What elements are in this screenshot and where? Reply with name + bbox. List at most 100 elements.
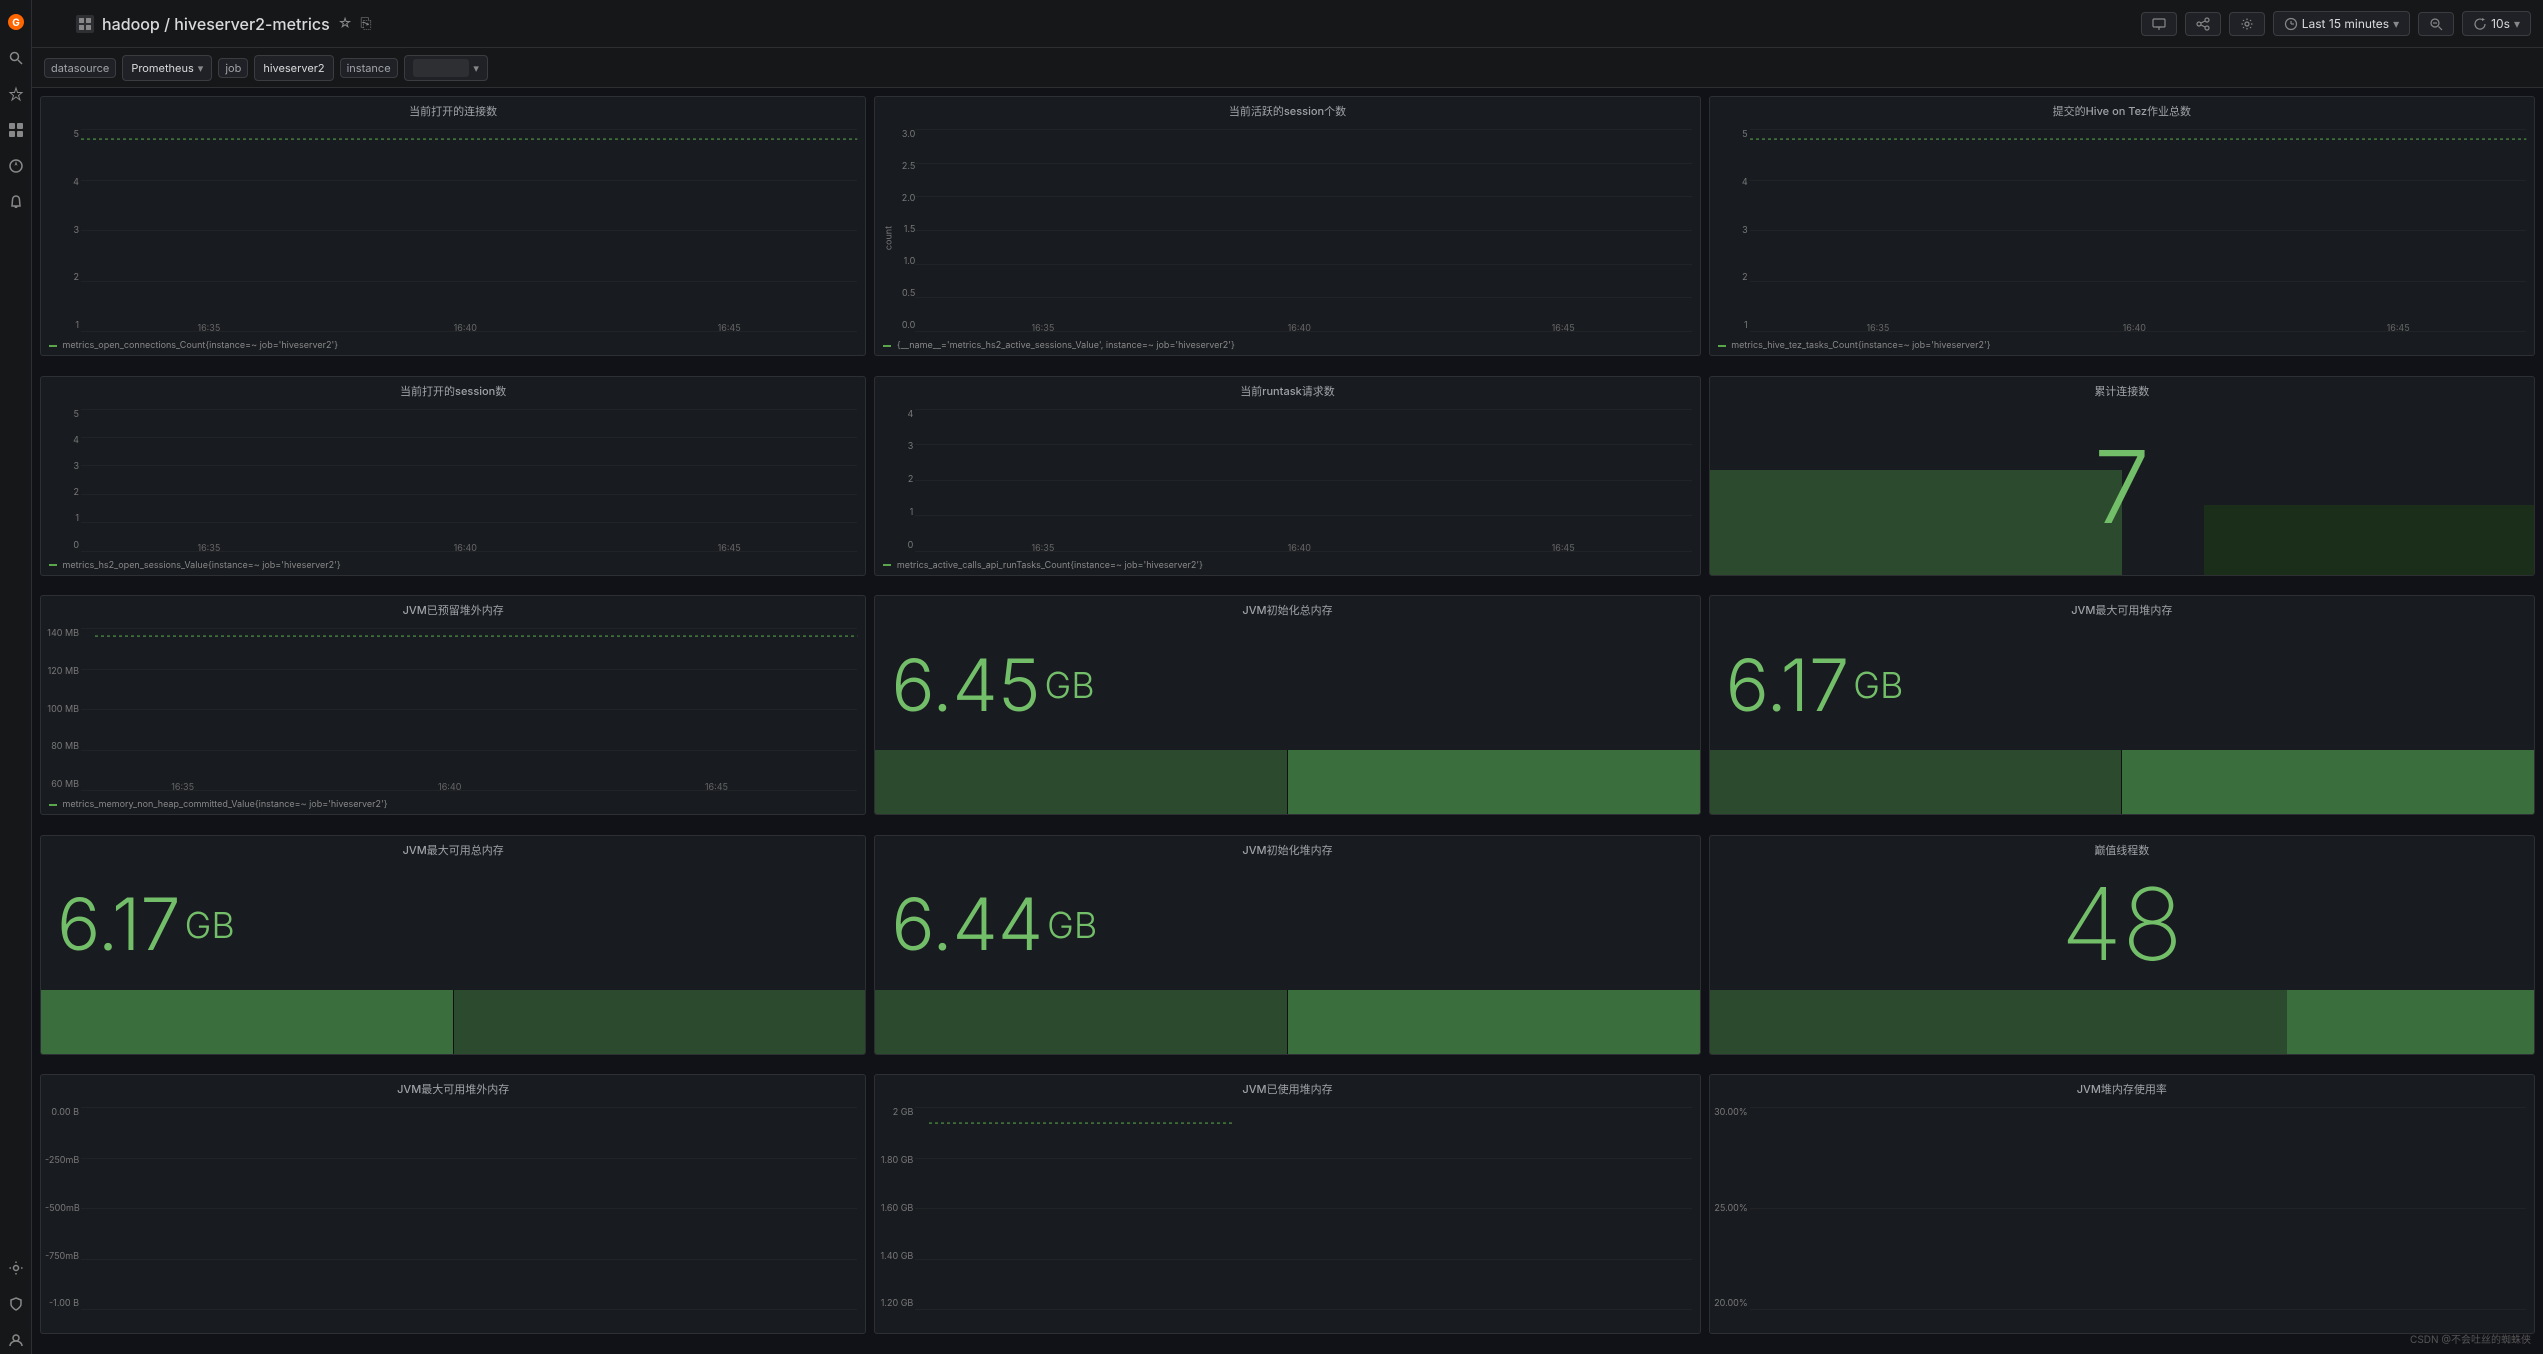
jvm-init-heap-bar (875, 990, 1699, 1054)
y-axis-heap-rate: 30.00%25.00%20.00% (1714, 1107, 1748, 1309)
peak-threads-bar (1710, 990, 2534, 1054)
jvm-max-total-unit: GB (185, 903, 235, 947)
panel-content-open-sessions: 543210 16:35 16:40 16:45 metrics_hs2_ope… (41, 401, 865, 575)
tv-mode-button[interactable] (2141, 12, 2177, 36)
jvm-max-heap-bar (1710, 750, 2534, 814)
chart-non-heap: 16:35 16:40 16:45 (95, 628, 857, 790)
panel-open-sessions: 当前打开的session数 543210 16:35 16:40 16:45 (40, 376, 866, 576)
panel-title-jvm-init-total: JVM初始化总内存 (875, 596, 1699, 620)
instance-label: instance (340, 58, 398, 78)
panel-title-peak-threads: 巅值线程数 (1710, 836, 2534, 860)
panel-title-active-sessions: 当前活跃的session个数 (875, 97, 1699, 121)
svg-text:16:40: 16:40 (454, 323, 478, 334)
sidebar-icon-logo[interactable]: G (2, 8, 30, 36)
panel-jvm-max-heap: JVM最大可用堆内存 6.17 GB (1709, 595, 2535, 815)
sidebar-icon-bell[interactable] (2, 188, 30, 216)
chart-open-connections: 16:35 16:40 16:45 (81, 129, 857, 331)
sidebar-icon-grid[interactable] (2, 116, 30, 144)
chart-active-sessions: 16:35 16:40 16:45 (915, 129, 1691, 331)
svg-text:16:40: 16:40 (454, 543, 478, 554)
jvm-max-heap-value: 6.17 (1726, 642, 1850, 729)
panel-content-runtask: 43210 16:35 16:40 16:45 metrics_active_c… (875, 401, 1699, 575)
panel-heap-used: JVM已使用堆内存 2 GB1.80 GB1.60 GB1.40 GB1.20 … (874, 1074, 1700, 1334)
jvm-init-heap-value: 6.44 (891, 881, 1043, 968)
panel-heap-usage-rate: JVM堆内存使用率 30.00%25.00%20.00% (1709, 1074, 2535, 1334)
svg-text:16:35: 16:35 (197, 323, 220, 334)
svg-text:16:40: 16:40 (438, 782, 462, 793)
jvm-init-heap-unit: GB (1047, 903, 1097, 947)
panel-open-connections: 当前打开的连接数 54321 16: (40, 96, 866, 356)
svg-text:16:45: 16:45 (1552, 323, 1575, 334)
legend-open-connections: metrics_open_connections_Count{instance=… (49, 340, 338, 351)
panel-content-open-connections: 54321 16:35 16:40 16:45 (41, 121, 865, 355)
panel-title-tez-jobs: 提交的Hive on Tez作业总数 (1710, 97, 2534, 121)
panel-active-sessions: 当前活跃的session个数 count 3.02.52.01.51.00.50… (874, 96, 1700, 356)
zoom-out-button[interactable] (2418, 12, 2454, 36)
chart-heap-rate (1764, 1107, 2526, 1309)
sidebar-icon-user[interactable] (2, 1326, 30, 1354)
panel-content-max-direct: 0.00 B-250mB-500mB-750mB-1.00 B (41, 1099, 865, 1333)
chart-runtask: 16:35 16:40 16:45 (915, 409, 1691, 551)
y-axis-non-heap: 140 MB120 MB100 MB80 MB60 MB (45, 628, 79, 790)
panel-tez-jobs: 提交的Hive on Tez作业总数 54321 16:35 16:40 16:… (1709, 96, 2535, 356)
svg-text:16:45: 16:45 (705, 782, 728, 793)
panel-content-jvm-max-total: 6.17 GB (41, 860, 865, 1054)
jvm-init-total-value: 6.45 (891, 642, 1040, 729)
instance-select[interactable]: ▾ (404, 55, 488, 81)
bar-1 (875, 750, 1288, 814)
chart-max-direct (95, 1107, 857, 1309)
peak-threads-value: 48 (2061, 864, 2183, 985)
bar-3 (1710, 750, 2123, 814)
sidebar-icon-shield[interactable] (2, 1290, 30, 1318)
svg-text:16:40: 16:40 (1288, 543, 1312, 554)
grafana-icon (76, 15, 94, 33)
panel-non-heap-committed: JVM已预留堆外内存 140 MB120 MB100 MB80 MB60 MB … (40, 595, 866, 815)
panel-jvm-max-total: JVM最大可用总内存 6.17 GB (40, 835, 866, 1055)
panel-content-jvm-max-heap: 6.17 GB (1710, 620, 2534, 814)
breadcrumb: hadoop / hiveserver2-metrics (102, 14, 330, 34)
datasource-select[interactable]: Prometheus ▾ (122, 55, 212, 81)
svg-text:16:35: 16:35 (1866, 323, 1889, 334)
y-axis-open-sessions: 543210 (45, 409, 79, 551)
panel-content-non-heap-committed: 140 MB120 MB100 MB80 MB60 MB 16:35 16:40… (41, 620, 865, 814)
bar-5 (41, 990, 453, 1054)
share-icon[interactable]: ⎘ (360, 15, 371, 32)
share-dashboard-button[interactable] (2185, 12, 2221, 36)
panel-title-open-connections: 当前打开的连接数 (41, 97, 865, 121)
job-label: job (218, 58, 248, 78)
jvm-max-heap-value-area: 6.17 GB (1710, 620, 2534, 750)
svg-text:16:40: 16:40 (1288, 323, 1312, 334)
bar-8 (1288, 990, 1700, 1054)
refresh-button[interactable]: 10s ▾ (2462, 11, 2531, 36)
refresh-label: 10s (2491, 16, 2510, 31)
sidebar-icon-search[interactable] (2, 44, 30, 72)
bar-7 (875, 990, 1288, 1054)
jvm-init-heap-value-area: 6.44 GB (875, 860, 1699, 990)
jvm-max-total-bar (41, 990, 865, 1054)
panel-content-peak-threads: 48 (1710, 860, 2534, 1054)
svg-text:G: G (12, 17, 20, 29)
bar-4 (2122, 750, 2534, 814)
peak-threads-value-area: 48 (1710, 860, 2534, 990)
watermark: CSDN @不会吐丝的蜘蛛侠 (2410, 1331, 2531, 1346)
settings-button[interactable] (2229, 12, 2265, 36)
panel-content-heap-usage-rate: 30.00%25.00%20.00% (1710, 1099, 2534, 1333)
main-content: hadoop / hiveserver2-metrics ☆ ⎘ Last 15… (32, 0, 2543, 1354)
svg-text:16:35: 16:35 (1032, 323, 1055, 334)
panel-max-direct-mem: JVM最大可用堆外内存 0.00 B-250mB-500mB-750mB-1.0… (40, 1074, 866, 1334)
topbar-actions: Last 15 minutes ▾ 10s ▾ (2141, 11, 2531, 36)
jvm-init-total-value-area: 6.45 GB (875, 620, 1699, 750)
sidebar-icon-star[interactable] (2, 80, 30, 108)
time-range-label: Last 15 minutes (2302, 16, 2389, 31)
legend-open-sessions: metrics_hs2_open_sessions_Value{instance… (49, 560, 341, 571)
panel-title-max-direct: JVM最大可用堆外内存 (41, 1075, 865, 1099)
panel-content-jvm-init-heap: 6.44 GB (875, 860, 1699, 1054)
job-select[interactable]: hiveserver2 (254, 55, 333, 81)
sidebar-icon-settings[interactable] (2, 1254, 30, 1282)
panel-title-jvm-init-heap: JVM初始化堆内存 (875, 836, 1699, 860)
sidebar-icon-compass[interactable] (2, 152, 30, 180)
star-icon[interactable]: ☆ (338, 15, 353, 32)
filterbar: datasource Prometheus ▾ job hiveserver2 … (32, 48, 2543, 88)
time-range-button[interactable]: Last 15 minutes ▾ (2273, 11, 2410, 36)
svg-text:16:35: 16:35 (1032, 543, 1055, 554)
